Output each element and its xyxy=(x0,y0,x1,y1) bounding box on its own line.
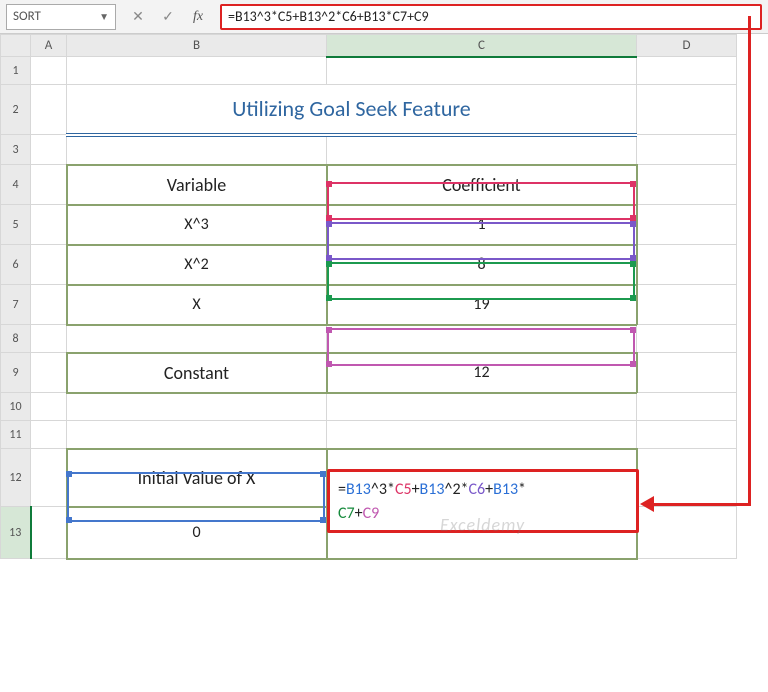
enter-icon[interactable]: ✓ xyxy=(160,8,176,25)
cell-B13[interactable]: 0 xyxy=(67,507,327,559)
col-header-A[interactable]: A xyxy=(31,35,67,57)
header-coefficient[interactable]: Coefficient xyxy=(327,165,637,205)
row-header-6[interactable]: 6 xyxy=(1,245,31,285)
cancel-icon[interactable]: ✕ xyxy=(130,8,146,25)
annotation-line-v xyxy=(748,16,751,506)
column-headers: A B C D xyxy=(1,35,737,57)
row-header-9[interactable]: 9 xyxy=(1,353,31,393)
col-header-C[interactable]: C xyxy=(327,35,637,57)
header-initx[interactable]: Initial Value of X xyxy=(67,449,327,507)
cell-edit-C13[interactable]: =B13^3*C5+B13^2*C6+B13* C7+C9 xyxy=(327,469,639,533)
row-header-8[interactable]: 8 xyxy=(1,325,31,353)
header-constant[interactable]: Constant xyxy=(67,353,327,393)
formula-text: =B13^3*C5+B13^2*C6+B13*C7+C9 xyxy=(228,8,429,25)
cell-C7[interactable]: 19 xyxy=(327,285,637,325)
row-header-1[interactable]: 1 xyxy=(1,57,31,85)
col-header-D[interactable]: D xyxy=(637,35,737,57)
worksheet: A B C D 1 2 Utilizing Goal Seek Feature … xyxy=(0,34,768,560)
title-cell[interactable]: Utilizing Goal Seek Feature xyxy=(67,85,637,135)
row-header-10[interactable]: 10 xyxy=(1,393,31,421)
cell-B5[interactable]: X^3 xyxy=(67,205,327,245)
select-all-corner[interactable] xyxy=(1,35,31,57)
header-variable[interactable]: Variable xyxy=(67,165,327,205)
row-header-2[interactable]: 2 xyxy=(1,85,31,135)
row-header-7[interactable]: 7 xyxy=(1,285,31,325)
name-box-value: SORT xyxy=(13,9,41,24)
cell-C9[interactable]: 12 xyxy=(327,353,637,393)
formula-input[interactable]: =B13^3*C5+B13^2*C6+B13*C7+C9 xyxy=(220,4,762,30)
cell-C5[interactable]: 1 xyxy=(327,205,637,245)
cell-B7[interactable]: X xyxy=(67,285,327,325)
row-header-13[interactable]: 13 xyxy=(1,507,31,559)
row-header-4[interactable]: 4 xyxy=(1,165,31,205)
row-header-5[interactable]: 5 xyxy=(1,205,31,245)
formula-bar: SORT ▼ ✕ ✓ fx =B13^3*C5+B13^2*C6+B13*C7+… xyxy=(0,0,768,34)
row-header-11[interactable]: 11 xyxy=(1,421,31,449)
formula-bar-icons: ✕ ✓ fx xyxy=(120,8,216,25)
name-box[interactable]: SORT ▼ xyxy=(6,4,116,30)
cell-C6[interactable]: 8 xyxy=(327,245,637,285)
cell-B6[interactable]: X^2 xyxy=(67,245,327,285)
row-header-3[interactable]: 3 xyxy=(1,135,31,165)
name-box-dropdown-icon[interactable]: ▼ xyxy=(99,10,109,23)
row-header-12[interactable]: 12 xyxy=(1,449,31,507)
col-header-B[interactable]: B xyxy=(67,35,327,57)
fx-icon[interactable]: fx xyxy=(190,9,206,25)
